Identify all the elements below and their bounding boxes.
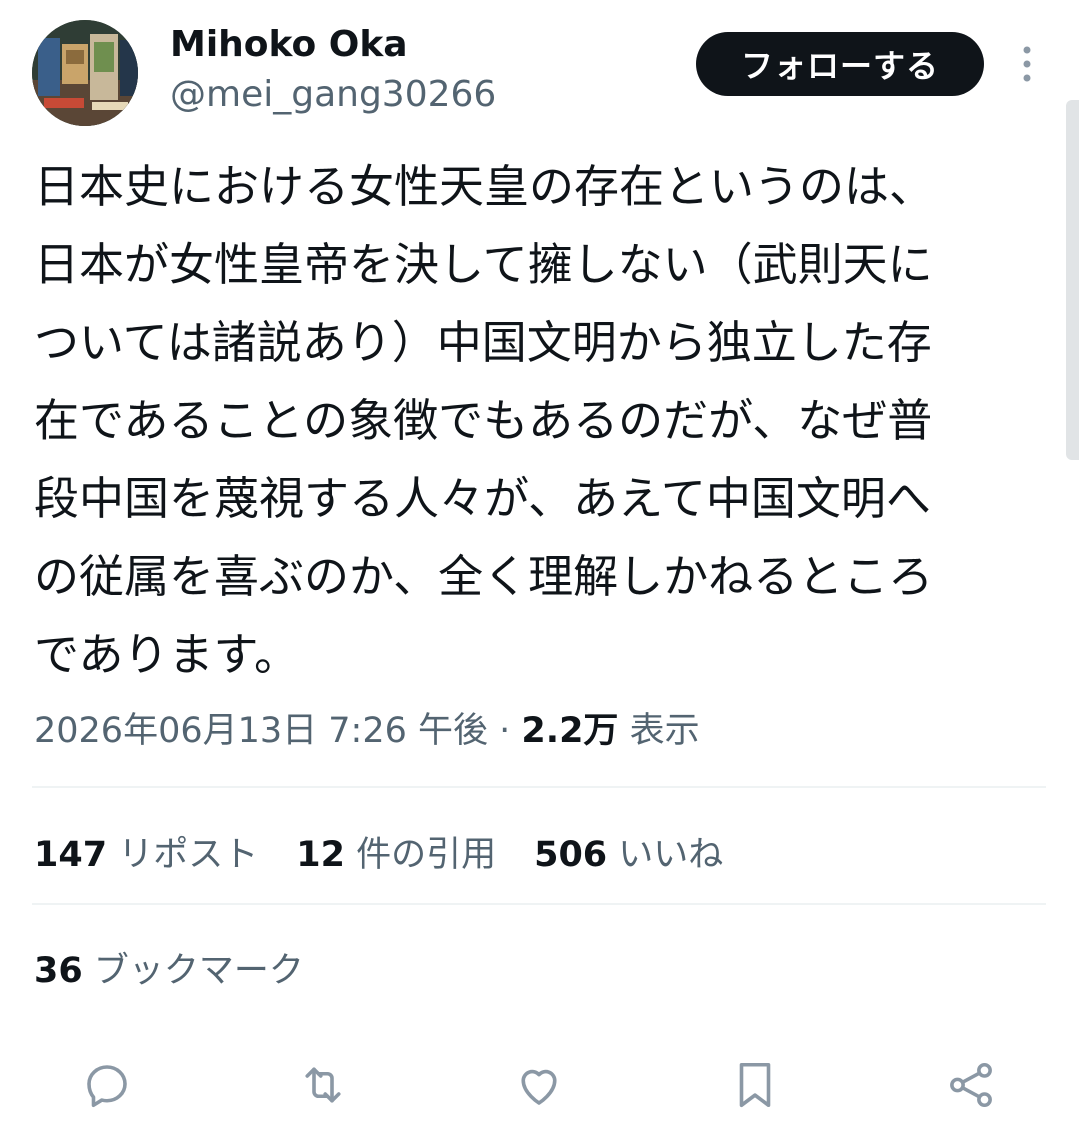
stats-row: 147 リポスト 12 件の引用 506 いいね	[34, 826, 723, 877]
likes-label: いいね	[618, 835, 724, 875]
tweet-meta: 2026年06月13日 7:26 午後 · 2.2万 表示	[34, 702, 700, 753]
tweet-line: 日本史における女性天皇の存在というのは、	[34, 160, 935, 213]
divider	[32, 903, 1046, 905]
quotes-count: 12	[296, 835, 345, 875]
quotes-stat[interactable]: 12 件の引用	[296, 826, 496, 877]
likes-count: 506	[534, 835, 608, 875]
author-handle[interactable]: @mei_gang30266	[170, 74, 496, 115]
views-count[interactable]: 2.2万	[521, 711, 618, 751]
tweet-line: ついては諸説あり）中国文明から独立した存	[34, 316, 932, 369]
scrollbar[interactable]	[1066, 100, 1079, 460]
share-icon[interactable]	[944, 1058, 998, 1112]
tweet-line: 在であることの象徴でもあるのだが、なぜ普	[34, 394, 933, 447]
meta-separator: ·	[499, 711, 511, 751]
tweet-text: 日本史における女性天皇の存在というのは、 日本が女性皇帝を決して擁しない（武則天…	[34, 148, 1044, 694]
heart-icon[interactable]	[512, 1058, 566, 1112]
repost-icon[interactable]	[296, 1058, 350, 1112]
author-display-name[interactable]: Mihoko Oka	[170, 24, 408, 65]
bookmarks-count: 36	[34, 951, 83, 991]
follow-button[interactable]: フォローする	[696, 32, 984, 96]
avatar[interactable]	[32, 20, 138, 126]
divider	[32, 786, 1046, 788]
tweet-line: 日本が女性皇帝を決して擁しない（武則天に	[34, 238, 933, 291]
tweet-timestamp[interactable]: 2026年06月13日 7:26 午後	[34, 711, 488, 751]
bookmarks-label: ブックマーク	[93, 951, 304, 991]
quotes-label: 件の引用	[356, 835, 497, 875]
bookmarks-stat[interactable]: 36 ブックマーク	[34, 942, 304, 993]
reposts-count: 147	[34, 835, 108, 875]
tweet-line: の従属を喜ぶのか、全く理解しかねるところ	[34, 550, 934, 603]
tweet-line: であります。	[34, 628, 300, 681]
tweet-line: 段中国を蔑視する人々が、あえて中国文明へ	[34, 472, 931, 525]
views-label: 表示	[629, 711, 700, 751]
bookmark-icon[interactable]	[728, 1058, 782, 1112]
more-vertical-icon[interactable]	[1012, 44, 1042, 84]
reposts-label: リポスト	[118, 835, 259, 875]
likes-stat[interactable]: 506 いいね	[534, 826, 723, 877]
reply-icon[interactable]	[80, 1058, 134, 1112]
reposts-stat[interactable]: 147 リポスト	[34, 826, 258, 877]
